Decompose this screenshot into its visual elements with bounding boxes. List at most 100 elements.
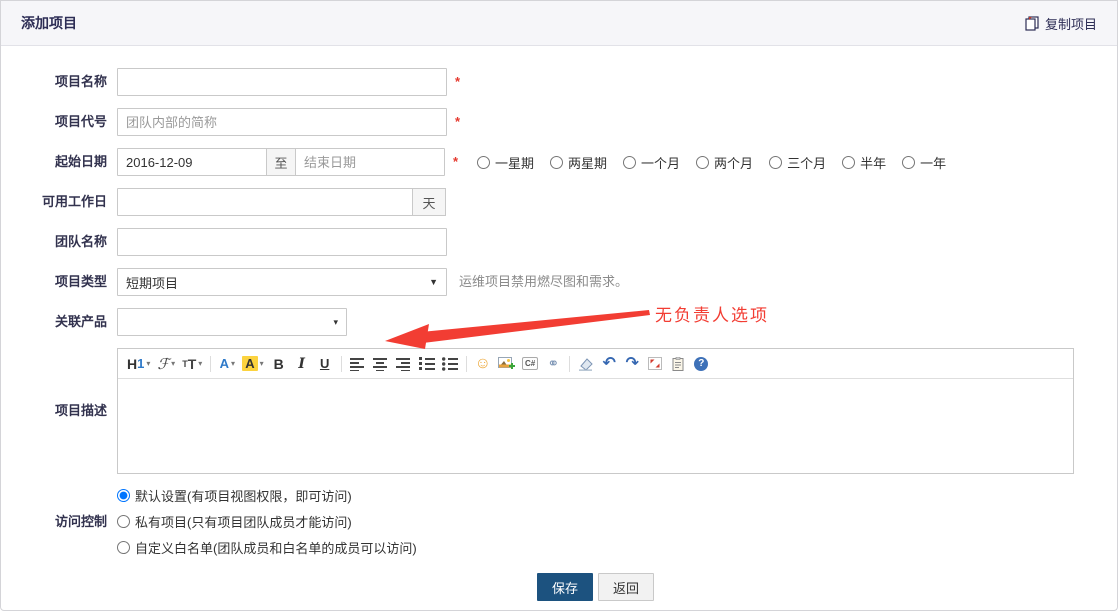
italic-button[interactable]: I xyxy=(291,352,313,376)
access-option-whitelist[interactable]: 自定义白名单(团队成员和白名单的成员可以访问) xyxy=(117,538,417,557)
duration-radio-group: 一星期 两星期 一个月 两个月 三个月 半年 一年 xyxy=(477,153,962,172)
insert-link-button[interactable]: ⚭ xyxy=(542,352,564,376)
duration-option-1year[interactable]: 一年 xyxy=(902,153,946,172)
copy-icon xyxy=(1025,15,1040,31)
row-workdays: 可用工作日 天 xyxy=(23,188,1117,216)
row-description: 项目描述 H 1 ▾ ℱ ▾ T T ▾ A ▾ A ▾ B I U ☺ C# … xyxy=(23,348,1117,474)
font-color-button[interactable]: A ▾ xyxy=(216,352,238,376)
add-project-form: 项目名称 * 项目代号 * 起始日期 至 * 一星期 两 xyxy=(1,46,1117,601)
row-date-range: 起始日期 至 * 一星期 两星期 一个月 xyxy=(23,148,1117,176)
insert-code-button[interactable]: C# xyxy=(519,352,541,376)
copy-project-link[interactable]: 复制项目 xyxy=(1025,14,1097,33)
underline-button[interactable]: U xyxy=(314,352,336,376)
row-team-name: 团队名称 xyxy=(23,228,1117,256)
emoticon-button[interactable]: ☺ xyxy=(472,352,494,376)
duration-option-halfyear[interactable]: 半年 xyxy=(842,153,886,172)
linked-product-select[interactable]: ▾ xyxy=(117,308,347,336)
team-name-input[interactable] xyxy=(117,228,447,256)
required-asterisk: * xyxy=(453,154,459,169)
date-to-addon: 至 xyxy=(266,148,296,176)
start-date-input[interactable] xyxy=(117,148,267,176)
project-type-select[interactable]: 短期项目 ▼ xyxy=(117,268,447,296)
chevron-down-icon: ▾ xyxy=(333,316,338,327)
row-project-code: 项目代号 * xyxy=(23,108,1117,136)
unordered-list-icon xyxy=(441,356,458,371)
duration-radio[interactable] xyxy=(902,155,916,169)
form-actions: 保存 返回 xyxy=(117,573,1074,601)
workdays-input[interactable] xyxy=(117,188,413,216)
ordered-list-button[interactable] xyxy=(416,352,438,376)
unordered-list-button[interactable] xyxy=(439,352,461,376)
align-center-button[interactable] xyxy=(370,352,392,376)
panel-header: 添加项目 复制项目 xyxy=(1,1,1117,46)
duration-radio[interactable] xyxy=(550,155,564,169)
description-label: 项目描述 xyxy=(54,403,107,418)
remove-format-button[interactable] xyxy=(575,352,597,376)
back-button[interactable]: 返回 xyxy=(598,573,655,601)
access-radio[interactable] xyxy=(117,515,130,528)
duration-option-3months[interactable]: 三个月 xyxy=(769,153,826,172)
access-radio-group: 默认设置(有项目视图权限，即可访问) 私有项目(只有项目团队成员才能访问) 自定… xyxy=(117,486,417,557)
bold-button[interactable]: B xyxy=(268,352,290,376)
chevron-down-icon: ▼ xyxy=(429,277,438,287)
duration-option-2months[interactable]: 两个月 xyxy=(696,153,753,172)
duration-radio[interactable] xyxy=(623,155,637,169)
insert-image-button[interactable] xyxy=(495,352,518,376)
align-left-icon xyxy=(349,357,364,371)
access-option-private[interactable]: 私有项目(只有项目团队成员才能访问) xyxy=(117,512,417,531)
font-family-dropdown-button[interactable]: ℱ ▾ xyxy=(154,352,178,376)
add-project-panel: 添加项目 复制项目 项目名称 * 项目代号 * 起 xyxy=(0,0,1118,611)
align-right-button[interactable] xyxy=(393,352,415,376)
row-project-name: 项目名称 * xyxy=(23,68,1117,96)
undo-button[interactable]: ↶ xyxy=(598,352,620,376)
required-asterisk: * xyxy=(455,114,461,129)
duration-radio[interactable] xyxy=(842,155,856,169)
duration-option-1week[interactable]: 一星期 xyxy=(477,153,534,172)
chevron-down-icon: ▾ xyxy=(259,359,264,368)
access-option-default[interactable]: 默认设置(有项目视图权限，即可访问) xyxy=(117,486,417,505)
redo-button[interactable]: ↷ xyxy=(621,352,643,376)
duration-option-1month[interactable]: 一个月 xyxy=(623,153,680,172)
project-code-label: 项目代号 xyxy=(54,114,107,129)
duration-radio[interactable] xyxy=(477,155,490,169)
page-title: 添加项目 xyxy=(21,15,77,31)
team-name-label: 团队名称 xyxy=(54,234,107,249)
chevron-down-icon: ▾ xyxy=(171,359,176,368)
redo-icon: ↷ xyxy=(625,354,639,372)
access-control-label: 访问控制 xyxy=(54,513,107,529)
duration-radio[interactable] xyxy=(696,155,710,169)
fullscreen-button[interactable] xyxy=(644,352,666,376)
help-button[interactable]: ? xyxy=(690,352,712,376)
description-editor-area[interactable] xyxy=(118,379,1073,473)
project-code-input[interactable] xyxy=(117,108,447,136)
source-view-button[interactable] xyxy=(667,352,689,376)
access-radio[interactable] xyxy=(117,489,130,502)
editor-toolbar: H 1 ▾ ℱ ▾ T T ▾ A ▾ A ▾ B I U ☺ C# ⚭ ↶ ↷… xyxy=(118,349,1073,379)
align-left-button[interactable] xyxy=(347,352,369,376)
clipboard-icon xyxy=(672,356,684,371)
end-date-input[interactable] xyxy=(295,148,445,176)
help-icon: ? xyxy=(694,356,709,371)
align-center-icon xyxy=(372,357,387,371)
chevron-down-icon: ▾ xyxy=(146,359,151,368)
save-button[interactable]: 保存 xyxy=(536,573,593,601)
duration-option-2weeks[interactable]: 两星期 xyxy=(550,153,607,172)
project-type-value: 短期项目 xyxy=(126,275,179,291)
chevron-down-icon: ▾ xyxy=(230,359,235,368)
fullscreen-icon xyxy=(648,357,663,370)
project-type-note: 运维项目禁用燃尽图和需求。 xyxy=(459,274,629,289)
duration-radio[interactable] xyxy=(769,155,783,169)
row-project-type: 项目类型 短期项目 ▼ 运维项目禁用燃尽图和需求。 xyxy=(23,268,1117,296)
heading-dropdown-button[interactable]: H 1 ▾ xyxy=(124,352,153,376)
font-size-dropdown-button[interactable]: T T ▾ xyxy=(179,352,205,376)
access-radio[interactable] xyxy=(117,541,130,554)
rich-text-editor: H 1 ▾ ℱ ▾ T T ▾ A ▾ A ▾ B I U ☺ C# ⚭ ↶ ↷… xyxy=(117,348,1074,474)
workdays-unit-addon: 天 xyxy=(412,188,446,216)
project-name-input[interactable] xyxy=(117,68,447,96)
smiley-icon: ☺ xyxy=(474,354,492,372)
undo-icon: ↶ xyxy=(602,354,616,372)
highlight-color-button[interactable]: A ▾ xyxy=(239,352,266,376)
required-asterisk: * xyxy=(455,74,461,89)
toolbar-separator xyxy=(210,355,212,372)
chevron-down-icon: ▾ xyxy=(198,359,203,368)
